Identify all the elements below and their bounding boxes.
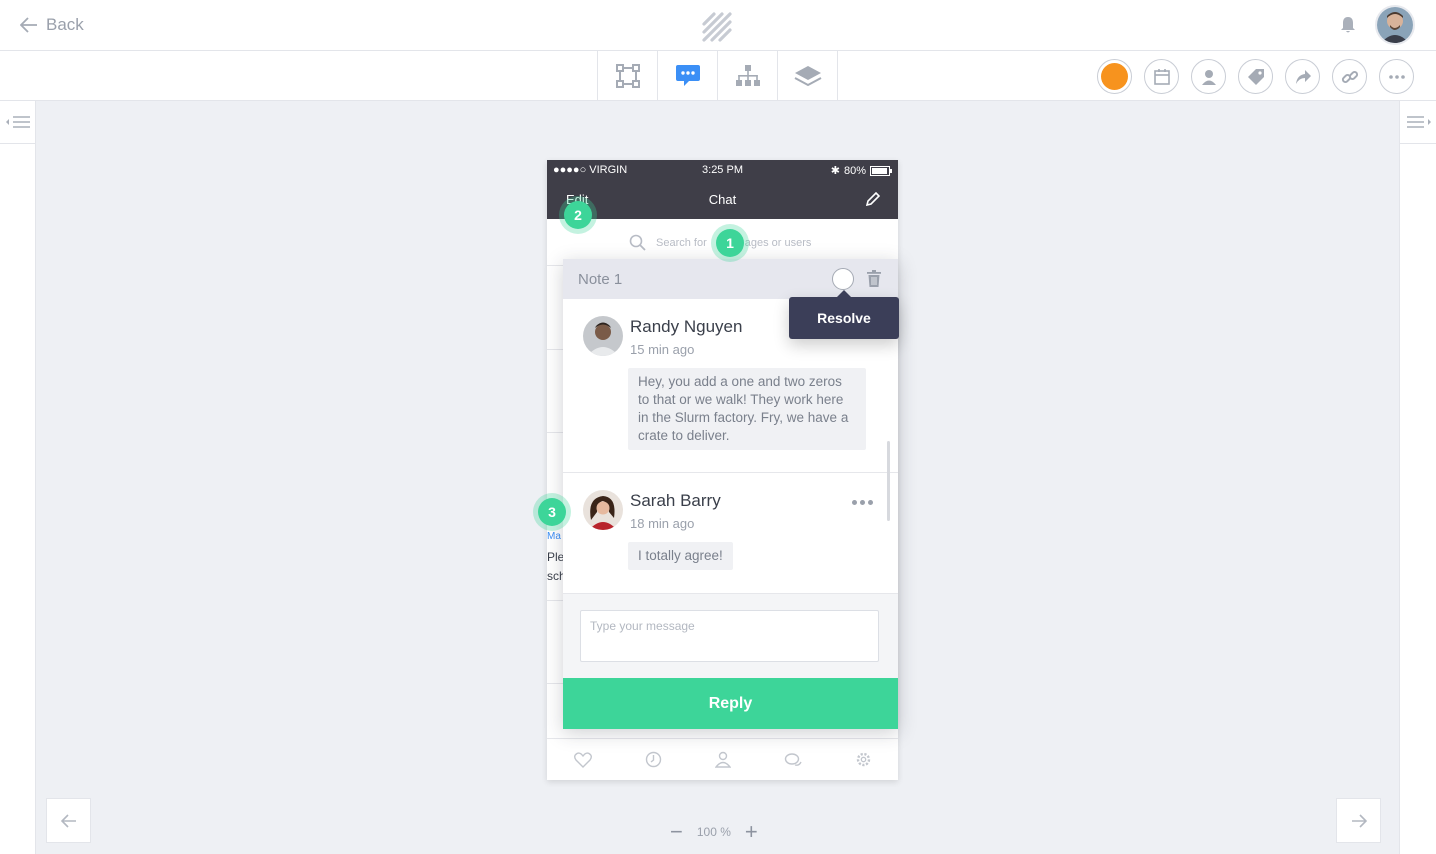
right-panel-rail [1399, 101, 1436, 854]
zoom-control: − 100 % + [670, 821, 758, 843]
list-divider [547, 349, 563, 350]
list-divider [547, 600, 563, 601]
ios-status-bar: ●●●●○ VIRGIN 3:25 PM ✱ 80% [547, 160, 898, 180]
comment-more-menu[interactable] [852, 500, 873, 505]
comment-time: 15 min ago [630, 342, 695, 357]
avatar [583, 316, 623, 356]
thread-scrollbar[interactable] [887, 441, 890, 521]
list-divider [547, 683, 563, 684]
calendar-icon [1153, 68, 1170, 85]
logo-icon [702, 12, 732, 42]
reply-input[interactable] [580, 610, 879, 662]
bell-icon[interactable] [1338, 15, 1358, 35]
tag-button[interactable] [1238, 59, 1273, 94]
sitemap-icon [735, 64, 760, 86]
bluetooth-icon: ✱ [830, 165, 840, 177]
mode-sitemap[interactable] [718, 51, 778, 100]
mode-switcher [597, 51, 838, 100]
more-options-button[interactable] [1379, 59, 1414, 94]
arrow-left-icon [60, 813, 76, 828]
link-icon [1341, 70, 1358, 83]
mode-layers[interactable] [778, 51, 838, 100]
contact-icon[interactable] [714, 751, 731, 768]
battery-status: ✱ 80% [831, 164, 892, 177]
comment-author: Randy Nguyen [630, 317, 743, 336]
calendar-button[interactable] [1144, 59, 1179, 94]
zoom-in-button[interactable]: + [745, 821, 758, 843]
reply-button[interactable]: Reply [563, 678, 898, 729]
zoom-out-button[interactable]: − [670, 821, 683, 843]
trash-icon[interactable] [867, 270, 881, 287]
comment-icon [675, 64, 700, 86]
top-bar: Back [0, 0, 1436, 51]
toolbar [0, 51, 1436, 101]
share-icon [1295, 69, 1311, 84]
pencil-icon[interactable] [866, 192, 880, 206]
mode-comments[interactable] [658, 51, 718, 100]
layers-icon [794, 65, 821, 86]
chat-bubble-icon[interactable] [784, 752, 802, 768]
tool-buttons [1097, 59, 1414, 94]
menu-collapse-icon [6, 116, 30, 128]
back-label: Back [46, 15, 84, 34]
list-item-peek: Ple [547, 550, 565, 564]
resolve-checkbox[interactable] [832, 268, 854, 290]
search-placeholder-end: ages or users [744, 236, 812, 249]
arrow-right-icon [1351, 813, 1367, 828]
list-item-peek: Ma [547, 531, 561, 542]
avatar [583, 490, 623, 530]
phone-tab-bar [547, 738, 898, 780]
ellipsis-icon [1388, 74, 1405, 79]
settings-icon[interactable] [855, 751, 872, 768]
clock-icon[interactable] [645, 751, 662, 768]
arrow-left-icon [20, 17, 37, 33]
nav-title: Chat [708, 192, 737, 207]
left-panel-rail [0, 101, 36, 854]
zoom-level: 100 % [696, 825, 731, 839]
right-panel-toggle[interactable] [1400, 101, 1436, 144]
chat-navbar: Edit Chat [547, 180, 898, 219]
mode-layout[interactable] [598, 51, 658, 100]
comment-marker-2[interactable]: 2 [564, 201, 592, 229]
comment-text: Hey, you add a one and two zeros to that… [628, 368, 866, 450]
tag-icon [1247, 68, 1264, 85]
layout-icon [615, 63, 640, 88]
link-button[interactable] [1332, 59, 1367, 94]
battery-percent: 80% [843, 164, 866, 177]
comment-time: 18 min ago [630, 516, 695, 531]
color-picker-button[interactable] [1097, 59, 1132, 94]
left-panel-toggle[interactable] [0, 101, 36, 144]
user-icon [1201, 69, 1216, 85]
back-button[interactable]: Back [20, 15, 84, 35]
color-swatch [1101, 63, 1128, 90]
comment-text: I totally agree! [628, 542, 733, 570]
prev-screen-button[interactable] [46, 798, 91, 843]
search-placeholder-start: Search for [656, 236, 707, 249]
comment-marker-3[interactable]: 3 [538, 498, 566, 526]
user-avatar[interactable] [1375, 5, 1415, 45]
menu-collapse-icon [1406, 116, 1431, 128]
search-icon [629, 234, 646, 251]
comment-item: Sarah Barry 18 min ago I totally agree! [563, 473, 898, 593]
note-title: Note 1 [578, 271, 623, 288]
comment-author: Sarah Barry [630, 491, 721, 510]
share-button[interactable] [1285, 59, 1320, 94]
list-divider [547, 432, 563, 433]
reply-compose [563, 593, 898, 678]
user-button[interactable] [1191, 59, 1226, 94]
heart-icon[interactable] [573, 751, 592, 768]
resolve-tooltip: Resolve [789, 290, 899, 339]
battery-icon [870, 165, 892, 176]
next-screen-button[interactable] [1336, 798, 1381, 843]
comment-marker-1[interactable]: 1 [716, 229, 744, 257]
